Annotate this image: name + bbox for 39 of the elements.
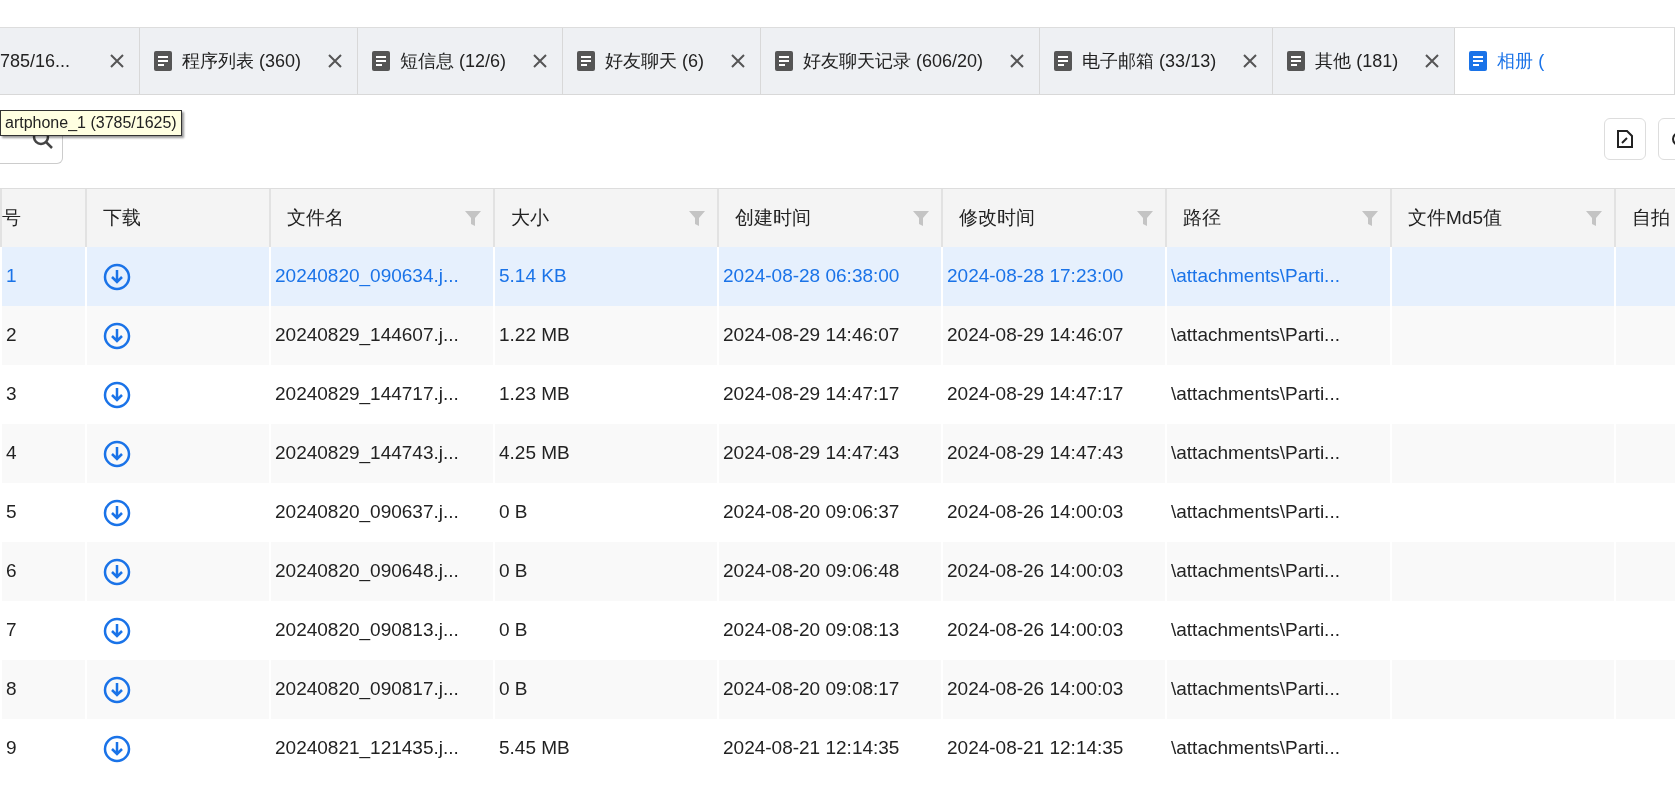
close-icon[interactable] bbox=[327, 53, 344, 69]
document-icon bbox=[577, 51, 596, 71]
download-icon[interactable] bbox=[103, 439, 131, 468]
close-icon[interactable] bbox=[1242, 53, 1259, 69]
table-row[interactable]: 6 20240820_090648.j... 0 B 2024-08-20 09:06:48 2024-08-26 14:00:03 \attachments\Parti... bbox=[0, 542, 1675, 601]
table-row[interactable]: 8 20240820_090817.j... 0 B 2024-08-20 09:08:17 2024-08-26 14:00:03 \attachments\Parti... bbox=[0, 660, 1675, 719]
close-icon[interactable] bbox=[1009, 53, 1026, 69]
table-cell: 20240821_121435.j... bbox=[269, 719, 493, 778]
document-icon bbox=[154, 51, 172, 71]
document-icon bbox=[775, 51, 794, 71]
tab[interactable]: 相册 ( bbox=[1455, 28, 1675, 94]
close-icon[interactable] bbox=[109, 53, 125, 69]
table-cell: \attachments\Parti... bbox=[1165, 719, 1390, 778]
close-icon[interactable] bbox=[1424, 53, 1441, 69]
tab[interactable]: 785/16... bbox=[0, 28, 140, 94]
table-cell: 9 bbox=[0, 719, 85, 778]
table-row[interactable]: 1 20240820_090634.j... 5.14 KB 2024-08-28 06:38:00 2024-08-28 17:23:00 \attachments\Parti... bbox=[0, 247, 1675, 306]
download-icon[interactable] bbox=[103, 734, 131, 763]
document-icon bbox=[1054, 51, 1073, 71]
download-icon[interactable] bbox=[103, 616, 131, 645]
document-icon bbox=[1287, 51, 1306, 71]
download-icon[interactable] bbox=[103, 675, 131, 704]
download-icon[interactable] bbox=[103, 262, 131, 291]
tooltip: artphone_1 (3785/1625) bbox=[0, 110, 182, 136]
table-row[interactable]: 2 20240829_144607.j... 1.22 MB 2024-08-29 14:46:07 2024-08-29 14:46:07 \attachments\Parti... bbox=[0, 306, 1675, 365]
download-icon[interactable] bbox=[103, 557, 131, 586]
export-button[interactable] bbox=[1604, 118, 1646, 160]
table-row[interactable]: 4 20240829_144743.j... 4.25 MB 2024-08-29 14:47:43 2024-08-29 14:47:43 \attachments\Parti... bbox=[0, 424, 1675, 483]
close-icon[interactable] bbox=[730, 53, 747, 69]
download-icon[interactable] bbox=[103, 380, 131, 409]
document-icon bbox=[372, 51, 391, 71]
close-icon[interactable] bbox=[532, 53, 549, 69]
table-cell: 2024-08-21 12:14:35 bbox=[941, 719, 1165, 778]
table-cell: 2024-08-21 12:14:35 bbox=[717, 719, 941, 778]
file-edit-icon bbox=[1617, 130, 1633, 148]
download-icon[interactable] bbox=[103, 321, 131, 350]
table-cell: 5.45 MB bbox=[493, 719, 717, 778]
document-icon bbox=[1469, 51, 1488, 71]
download-icon[interactable] bbox=[103, 498, 131, 527]
